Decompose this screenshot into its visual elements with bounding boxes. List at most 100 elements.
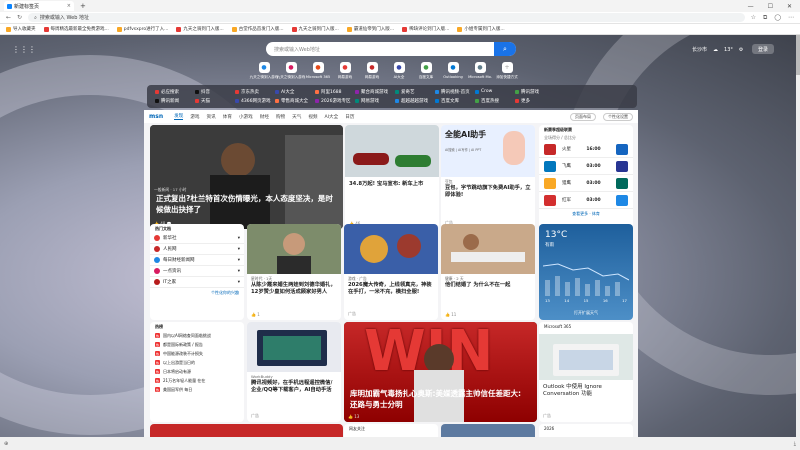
zoom-icon[interactable]: ⊕	[4, 441, 8, 447]
quick-link[interactable]: ● 九天之骑到入游戏	[250, 62, 278, 80]
bookmark-item[interactable]: 小姐专属到门入版...	[457, 26, 505, 32]
login-button[interactable]: 登录	[752, 44, 774, 54]
back-icon[interactable]: ←	[6, 14, 11, 21]
bookmark-item[interactable]: 古堂作品首发门入版...	[231, 26, 284, 32]
site-link[interactable]: 4366网页游戏	[235, 98, 275, 104]
minimize-icon[interactable]: —	[748, 3, 754, 10]
feed-tab[interactable]: 游戏	[190, 114, 199, 120]
bookmark-item[interactable]: 稀缺评论到门入版...	[402, 26, 449, 32]
popular-item[interactable]: 一点资讯 ▾	[150, 266, 244, 277]
chevron-down-icon[interactable]: ▾	[238, 269, 240, 274]
game-ad-card[interactable]: 游戏 · 广告 2026魔大传奇，上线领真充，神装在手打，一米不充，横扫全服! …	[344, 224, 438, 320]
site-link[interactable]: 百度热搜	[475, 98, 515, 104]
feed-tab[interactable]: 天气	[292, 114, 301, 120]
kitchen-card[interactable]: 健康 · 2 天 他们结婚了 为什么不在一起 👍 11	[441, 224, 535, 320]
site-link[interactable]: 阿里1688	[315, 89, 355, 95]
feed-tab[interactable]: 小游戏	[239, 114, 253, 120]
hot-item[interactable]: 热美国因军供 每日	[150, 385, 244, 394]
close-tab-icon[interactable]: ×	[67, 3, 71, 9]
quick-link[interactable]: ● 九天之骑到入游戏	[277, 62, 305, 80]
scrollbar-thumb[interactable]	[796, 35, 800, 75]
refresh-icon[interactable]: ↻	[17, 14, 22, 21]
search-button[interactable]: ⌕	[494, 42, 516, 56]
match-row[interactable]: 猎鹰 03:00	[539, 175, 633, 192]
site-link[interactable]: 抖音	[195, 89, 235, 95]
msn-logo[interactable]: msn	[149, 113, 163, 120]
site-link[interactable]: 网易游戏	[355, 98, 395, 104]
hot-item[interactable]: 热以上出游是当日的	[150, 358, 244, 367]
sports-more[interactable]: 查看更多 · 体育	[539, 209, 633, 218]
close-window-icon[interactable]: ✕	[787, 3, 792, 10]
car-card[interactable]: 34.8万起! 宝马宣布: 新车上市 👍 46	[345, 125, 439, 229]
popular-item[interactable]: 每日财经新闻网 ▾	[150, 255, 244, 266]
lead-story-card[interactable]: 一般新闻 · 17 小时 正式复出?杜兰特首次伤情曝光，本人态度坚决，是时候做出…	[150, 125, 343, 229]
settings-icon[interactable]: ⚙	[739, 47, 743, 53]
ai-ad-card[interactable]: 全能AI助手 AI搜索 | AI写作 | AI PPT 豆包 豆包，字节跳动旗下…	[441, 125, 535, 229]
site-link[interactable]: 京东热卖	[235, 89, 275, 95]
site-link[interactable]: 腾讯游戏	[515, 89, 555, 95]
weather-card[interactable]: 13°C 有雨 13 14 15 16 17 打开扩展天气	[539, 224, 633, 320]
chevron-down-icon[interactable]: ▾	[238, 258, 240, 263]
maximize-icon[interactable]: ☐	[768, 3, 773, 10]
site-link[interactable]: 零售商城大全	[275, 98, 315, 104]
bottom-card[interactable]	[441, 424, 535, 437]
match-row[interactable]: 火星 16:00	[539, 141, 633, 158]
feed-tab[interactable]: 视频	[308, 114, 317, 120]
chevron-down-icon[interactable]: ▾	[238, 247, 240, 252]
apps-grid-icon[interactable]: ⋮⋮⋮	[12, 45, 36, 54]
site-link[interactable]: 2026游戏专区	[315, 98, 355, 104]
weather-more[interactable]: 打开扩展天气	[539, 310, 633, 316]
site-link[interactable]: 更多	[515, 98, 555, 104]
quick-link[interactable]: ● Microsoft Mo.	[468, 62, 492, 80]
quick-link[interactable]: ● 网易游戏	[336, 62, 354, 80]
collections-icon[interactable]: ⧉	[763, 14, 767, 22]
hot-item[interactable]: 热都是国际新政策 / 报告	[150, 340, 244, 349]
site-link[interactable]: 聚合商城游戏	[355, 89, 395, 95]
quick-link[interactable]: + 添加快捷方式	[496, 62, 518, 80]
favorite-icon[interactable]: ☆	[751, 14, 756, 22]
hot-item[interactable]: 热中国能源改装不计损失	[150, 349, 244, 358]
site-link[interactable]: 腾讯视频-首页	[435, 89, 475, 95]
quick-link[interactable]: ● 网易游戏	[363, 62, 381, 80]
new-tab-button[interactable]: +	[80, 2, 86, 10]
feed-tab[interactable]: 体育	[223, 114, 232, 120]
site-link[interactable]: 必应搜索	[155, 89, 195, 95]
match-row[interactable]: 红军 03:00	[539, 192, 633, 209]
layout-button[interactable]: 页面布局	[570, 112, 596, 121]
quick-link[interactable]: ● Outlooking	[443, 62, 463, 80]
quick-link[interactable]: ● Microsoft 365	[306, 62, 330, 80]
download-icon[interactable]: ⤓	[794, 441, 796, 447]
hot-item[interactable]: 热国内以AI网络查同面临挑战	[150, 331, 244, 340]
bookmark-item[interactable]: pdfvsxpro进行了入...	[116, 26, 168, 32]
site-link[interactable]: 爱奇艺	[395, 89, 435, 95]
feed-tab[interactable]: 日历	[345, 114, 354, 120]
bottom-card[interactable]: 网友关注	[344, 424, 438, 437]
popular-item[interactable]: 人民网 ▾	[150, 244, 244, 255]
tech-card[interactable]: WorkBuddy 腾讯视频好，在手机远程遥控微信/企业/QQ等下载客户，AI自…	[247, 322, 341, 422]
site-link[interactable]: 超越越越游戏	[395, 98, 435, 104]
bookmark-item[interactable]: 每周精选最新最全免费游戏...	[43, 26, 109, 32]
bookmark-item[interactable]: 导入收藏夹	[6, 26, 36, 32]
search-box[interactable]: 搜索或输入Web地址 ⌕	[266, 42, 516, 56]
ms365-card[interactable]: Microsoft 365 Outlook 中使用 Ignore Convers…	[539, 322, 633, 422]
match-row[interactable]: 飞鹰 03:00	[539, 158, 633, 175]
popular-more[interactable]: 个性化你的兴趣	[150, 288, 244, 297]
quick-link[interactable]: ● 百度文库	[417, 62, 435, 80]
quick-link[interactable]: ● AI大全	[390, 62, 408, 80]
popular-item[interactable]: 新华社 ▾	[150, 233, 244, 244]
feed-tab[interactable]: AI大全	[325, 114, 339, 120]
bookmark-item[interactable]: 九天之骑到门入版...	[176, 26, 224, 32]
bookmark-item[interactable]: 霸道仙帝到门入版...	[346, 26, 394, 32]
site-link[interactable]: 百度文库	[435, 98, 475, 104]
bookmark-item[interactable]: 九天之骑到门入版...	[291, 26, 339, 32]
site-link[interactable]: 腾讯新闻	[155, 98, 195, 104]
site-link[interactable]: 天猫	[195, 98, 235, 104]
chevron-down-icon[interactable]: ▾	[238, 280, 240, 285]
tab-new[interactable]: 新建标签页 ×	[4, 1, 74, 11]
more-icon[interactable]: ⋯	[788, 14, 794, 22]
popular-item[interactable]: IT之家 ▾	[150, 277, 244, 288]
man-card[interactable]: 星时代 · 1天 从陈少霞来婚生两娃到刘德华婚礼，12岁赞少皇如何活成顾家好男人…	[247, 224, 341, 320]
site-link[interactable]: Crow	[475, 89, 515, 94]
win-card[interactable]: WIN 库明加霸气毒扬扎心奥斯:美媒透露主帅信任差距大: 还路与勇士分明 👍 1…	[344, 322, 537, 422]
scrollbar[interactable]	[796, 35, 800, 437]
